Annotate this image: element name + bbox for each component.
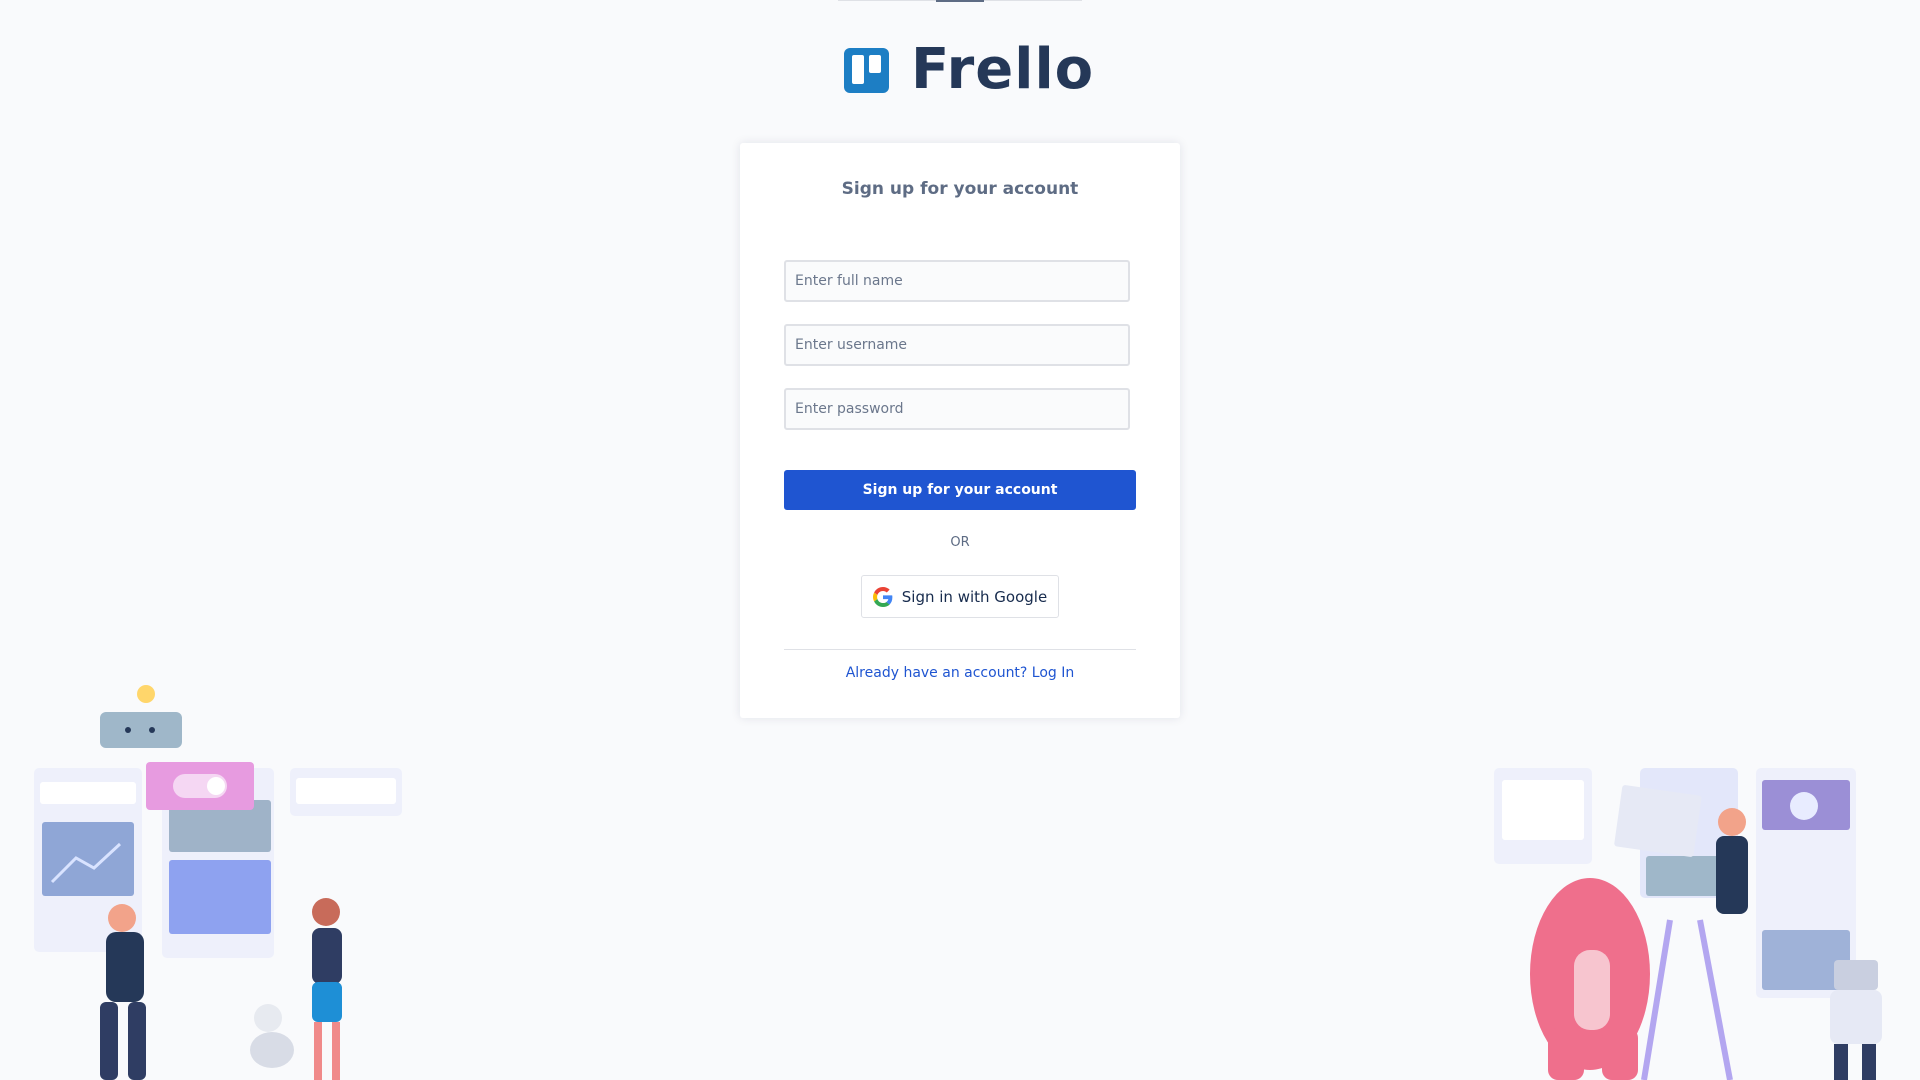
google-signin-label: Sign in with Google (901, 587, 1048, 606)
card-title: Sign up for your account (841, 179, 1079, 199)
right-illustration (1494, 768, 1882, 1080)
signup-button[interactable]: Sign up for your account (784, 470, 1136, 510)
username-input[interactable] (784, 324, 1130, 366)
signup-page: Frello Sign up for your account Sign up … (0, 0, 1920, 1080)
fullname-input[interactable] (784, 260, 1130, 302)
left-illustration (34, 685, 402, 1080)
top-tab-indicator (936, 0, 984, 2)
google-icon (872, 586, 893, 607)
signup-card: Sign up for your account Sign up for you… (740, 143, 1180, 718)
board-icon (844, 47, 889, 93)
brand-logo: Frello (844, 42, 1094, 98)
brand-name: Frello (911, 37, 1095, 102)
login-link[interactable]: Already have an account? Log In (740, 665, 1180, 681)
or-separator: OR (950, 535, 970, 550)
card-divider (784, 649, 1136, 650)
password-input[interactable] (784, 388, 1130, 430)
google-signin-button[interactable]: Sign in with Google (861, 575, 1059, 618)
